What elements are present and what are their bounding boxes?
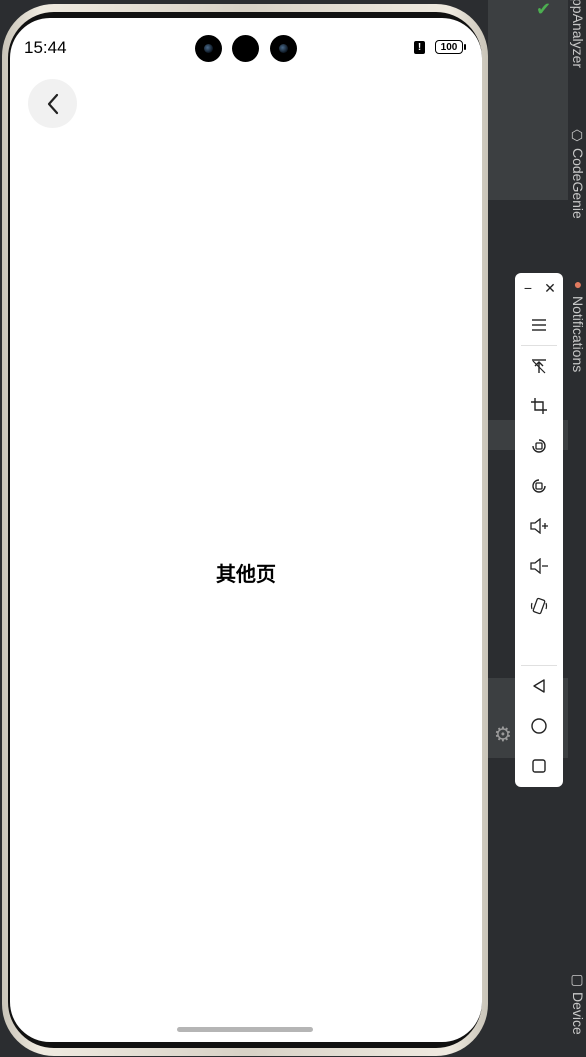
battery-tip [464,44,466,50]
nav-recents-button[interactable] [515,751,563,781]
close-button[interactable]: ✕ [540,279,560,297]
volume-down-button[interactable] [515,551,563,581]
phone-screen: 15:44 ! 100 其他页 [10,18,482,1042]
codegenie-icon: ⬡ [570,128,586,144]
bell-icon: ● [570,276,586,292]
camera-lens-icon [270,35,297,62]
toolbar-divider [521,345,557,346]
crop-icon [531,398,547,414]
tab-device[interactable]: ▢Device [570,972,586,1035]
tab-notifications[interactable]: ●Notifications [570,276,586,372]
back-nav-icon [533,679,545,693]
rotate-left-icon [532,439,546,453]
emulator-toolbar: − ✕ [515,273,563,787]
volume-up-button[interactable] [515,511,563,541]
crop-button[interactable] [515,391,563,421]
minimize-button[interactable]: − [518,279,538,297]
status-time: 15:44 [24,38,67,57]
menu-button[interactable] [515,310,563,340]
home-indicator[interactable] [177,1027,313,1032]
tab-appanalyzer[interactable]: ppAnalyzer [570,0,586,68]
pin-icon [532,359,546,374]
rotate-right-button[interactable] [515,471,563,501]
ide-panel-section [488,0,568,200]
check-icon: ✔ [536,0,552,19]
ide-window: ✔ ppAnalyzer ⬡CodeGenie ●Notifications ▢… [0,0,586,1057]
shake-button[interactable] [515,591,563,621]
menu-icon [532,319,546,331]
back-button[interactable] [28,79,77,128]
volume-down-icon [530,558,548,574]
rotate-left-button[interactable] [515,431,563,461]
page-title: 其他页 [216,562,276,586]
volume-up-icon [530,518,548,534]
nav-back-button[interactable] [515,671,563,701]
recents-nav-icon [532,759,546,773]
camera-sensor-icon [232,35,259,62]
alert-icon: ! [414,41,425,54]
device-icon: ▢ [570,972,586,988]
home-nav-icon [531,718,547,734]
battery-icon: 100 [435,40,463,54]
toolbar-divider [521,665,557,666]
pin-button[interactable] [515,351,563,381]
nav-home-button[interactable] [515,711,563,741]
gear-icon[interactable]: ⚙ [494,724,516,746]
shake-icon [530,597,548,615]
chevron-left-icon [47,93,58,114]
camera-lens-icon [195,35,222,62]
rotate-right-icon [532,479,546,493]
tab-codegenie[interactable]: ⬡CodeGenie [570,128,586,219]
